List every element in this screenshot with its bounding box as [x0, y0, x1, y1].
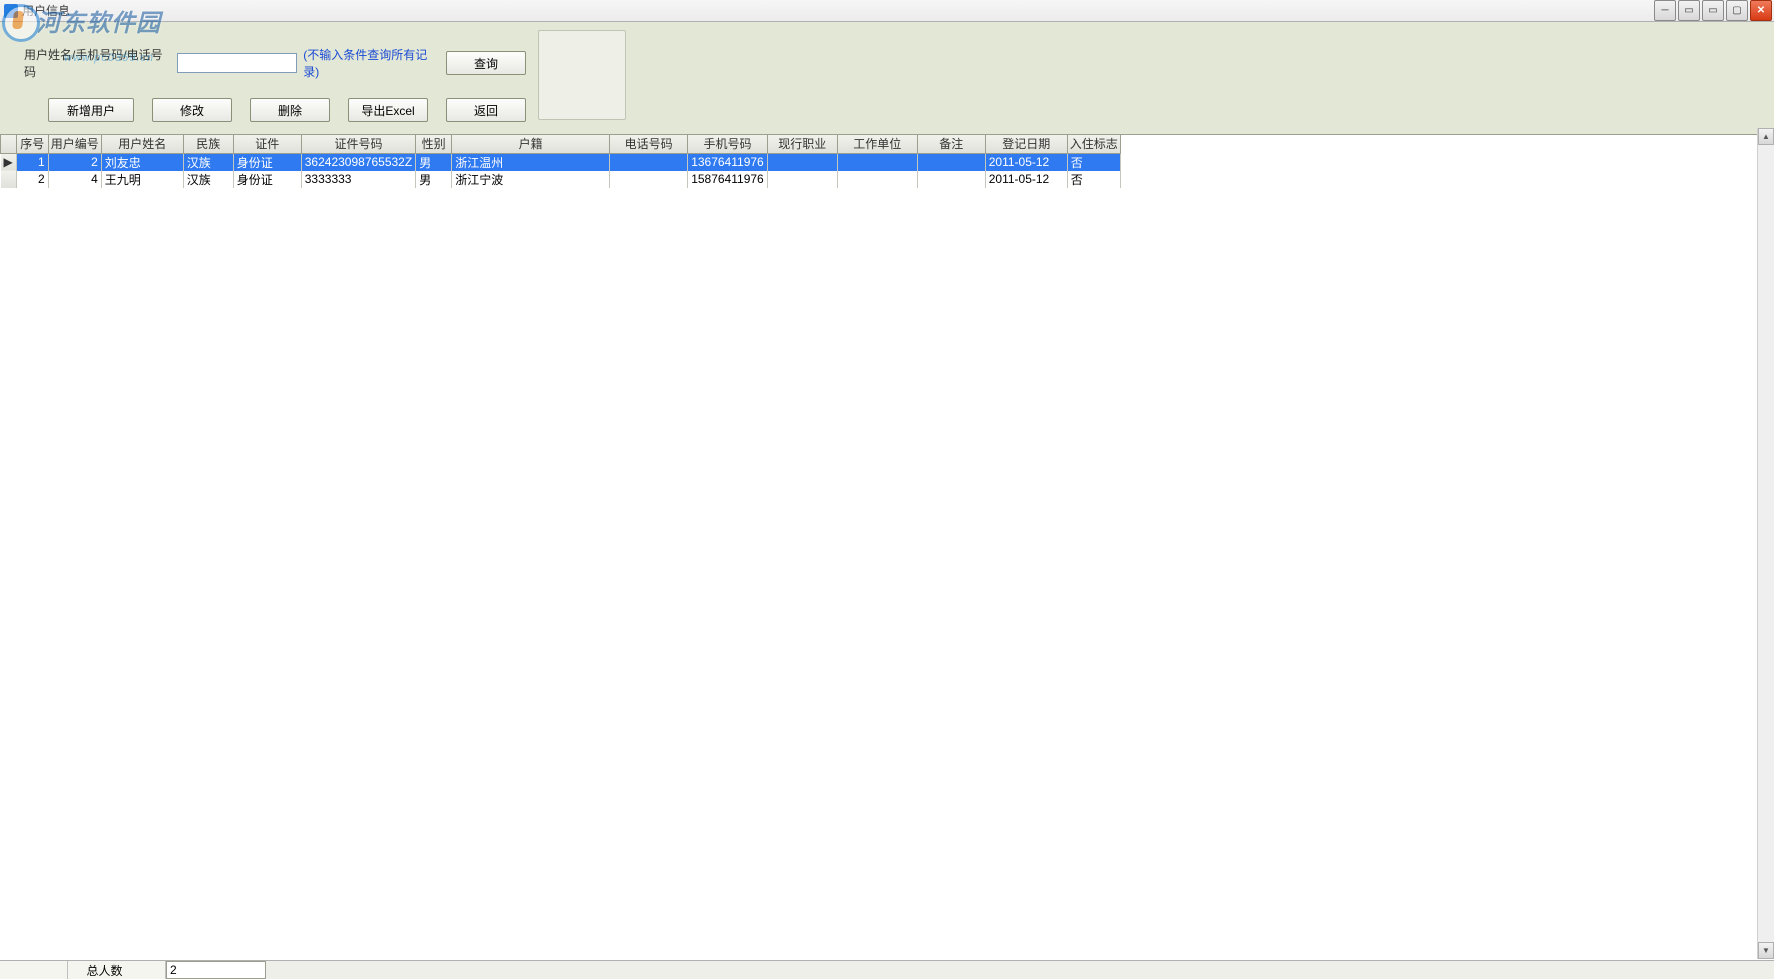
status-total-label: 总人数 [68, 961, 166, 979]
cell-idno[interactable]: 362423098765532Z [301, 153, 415, 171]
search-input[interactable] [177, 53, 297, 73]
col-name[interactable]: 用户姓名 [101, 135, 183, 153]
cell-name[interactable]: 王九明 [101, 171, 183, 188]
cell-uid[interactable]: 2 [48, 153, 101, 171]
col-tel[interactable]: 电话号码 [610, 135, 688, 153]
close-button[interactable]: ✕ [1750, 0, 1772, 21]
row-marker [1, 171, 17, 188]
col-remark[interactable]: 备注 [917, 135, 985, 153]
cell-sex[interactable]: 男 [416, 171, 452, 188]
cell-mobile[interactable]: 13676411976 [688, 153, 768, 171]
row-marker: ▶ [1, 153, 17, 171]
table-row[interactable]: 24王九明汉族身份证3333333男浙江宁波 15876411976 2011-05… [1, 171, 1121, 188]
cell-origin[interactable]: 浙江宁波 [452, 171, 610, 188]
status-total-value: 2 [166, 961, 266, 979]
export-excel-button[interactable]: 导出Excel [348, 98, 428, 122]
cell-tel[interactable] [610, 153, 688, 171]
col-flag[interactable]: 入住标志 [1067, 135, 1120, 153]
cell-work[interactable] [837, 153, 917, 171]
search-row: 用户姓名/手机号码/电话号码 (不输入条件查询所有记录) 查询 [24, 46, 526, 80]
cell-name[interactable]: 刘友忠 [101, 153, 183, 171]
row-marker-header [1, 135, 17, 153]
cell-idtype[interactable]: 身份证 [233, 171, 301, 188]
col-work[interactable]: 工作单位 [837, 135, 917, 153]
col-seq[interactable]: 序号 [16, 135, 48, 153]
vertical-scrollbar[interactable]: ▲ ▼ [1757, 128, 1774, 959]
cell-idno[interactable]: 3333333 [301, 171, 415, 188]
data-grid[interactable]: 序号 用户编号 用户姓名 民族 证件 证件号码 性别 户籍 电话号码 手机号码 … [0, 135, 1774, 960]
minimize-button[interactable]: ─ [1654, 0, 1676, 21]
cell-job[interactable] [767, 153, 837, 171]
maximize-button[interactable]: ▢ [1726, 0, 1748, 21]
cell-flag[interactable]: 否 [1067, 171, 1120, 188]
col-ethnic[interactable]: 民族 [183, 135, 233, 153]
window-controls: ─ ▭ ▭ ▢ ✕ [1654, 0, 1774, 21]
restore-button-1[interactable]: ▭ [1678, 0, 1700, 21]
col-origin[interactable]: 户籍 [452, 135, 610, 153]
search-label: 用户姓名/手机号码/电话号码 [24, 46, 171, 80]
blank-panel [538, 30, 626, 120]
app-icon [4, 4, 18, 18]
cell-idtype[interactable]: 身份证 [233, 153, 301, 171]
status-bar: 总人数 2 [0, 960, 1774, 979]
col-uid[interactable]: 用户编号 [48, 135, 101, 153]
cell-flag[interactable]: 否 [1067, 153, 1120, 171]
cell-mobile[interactable]: 15876411976 [688, 171, 768, 188]
col-reg[interactable]: 登记日期 [985, 135, 1067, 153]
cell-remark[interactable] [917, 153, 985, 171]
scroll-up-button[interactable]: ▲ [1758, 128, 1774, 145]
query-button[interactable]: 查询 [446, 51, 526, 75]
cell-origin[interactable]: 浙江温州 [452, 153, 610, 171]
cell-remark[interactable] [917, 171, 985, 188]
back-button[interactable]: 返回 [446, 98, 526, 122]
delete-button[interactable]: 删除 [250, 98, 330, 122]
search-hint: (不输入条件查询所有记录) [303, 46, 440, 80]
cell-seq[interactable]: 1 [16, 153, 48, 171]
window-title: 用户信息 [22, 2, 70, 19]
cell-seq[interactable]: 2 [16, 171, 48, 188]
table-row[interactable]: ▶12刘友忠汉族身份证362423098765532Z男浙江温州 13676411… [1, 153, 1121, 171]
cell-ethnic[interactable]: 汉族 [183, 153, 233, 171]
cell-tel[interactable] [610, 171, 688, 188]
toolbar: 用户姓名/手机号码/电话号码 (不输入条件查询所有记录) 查询 新增用户 修改 … [0, 22, 1774, 135]
header-row: 序号 用户编号 用户姓名 民族 证件 证件号码 性别 户籍 电话号码 手机号码 … [1, 135, 1121, 153]
title-bar: 用户信息 河东软件园 www.pc0359.cn ─ ▭ ▭ ▢ ✕ [0, 0, 1774, 22]
restore-button-2[interactable]: ▭ [1702, 0, 1724, 21]
cell-reg[interactable]: 2011-05-12 [985, 153, 1067, 171]
col-idno[interactable]: 证件号码 [301, 135, 415, 153]
action-buttons: 新增用户 修改 删除 导出Excel 返回 [24, 98, 526, 122]
status-blank [0, 961, 68, 979]
cell-sex[interactable]: 男 [416, 153, 452, 171]
col-job[interactable]: 现行职业 [767, 135, 837, 153]
scroll-track[interactable] [1758, 145, 1774, 942]
col-mobile[interactable]: 手机号码 [688, 135, 768, 153]
cell-work[interactable] [837, 171, 917, 188]
edit-button[interactable]: 修改 [152, 98, 232, 122]
add-user-button[interactable]: 新增用户 [48, 98, 134, 122]
col-idtype[interactable]: 证件 [233, 135, 301, 153]
col-sex[interactable]: 性别 [416, 135, 452, 153]
cell-job[interactable] [767, 171, 837, 188]
content-area: 序号 用户编号 用户姓名 民族 证件 证件号码 性别 户籍 电话号码 手机号码 … [0, 135, 1774, 960]
cell-uid[interactable]: 4 [48, 171, 101, 188]
scroll-down-button[interactable]: ▼ [1758, 942, 1774, 959]
cell-reg[interactable]: 2011-05-12 [985, 171, 1067, 188]
cell-ethnic[interactable]: 汉族 [183, 171, 233, 188]
